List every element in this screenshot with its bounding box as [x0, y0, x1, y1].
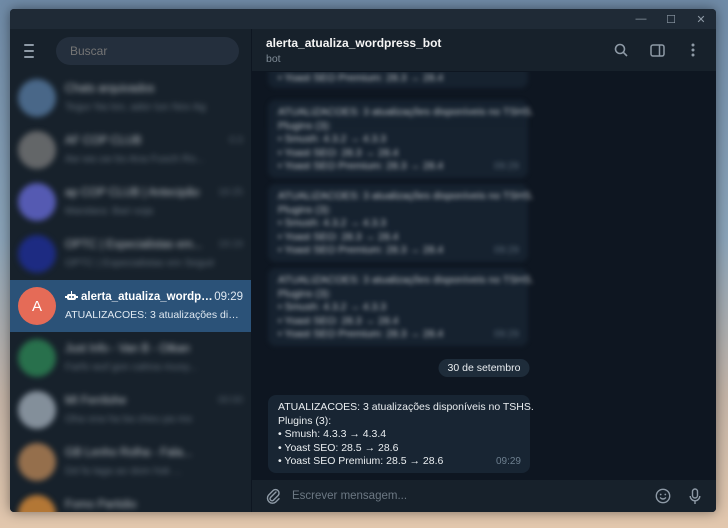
chat-preview: Farfo wuf gon cahna muoy...: [65, 361, 198, 373]
message-line: • Yoast SEO Premium: 28.3 → 28.4: [278, 328, 444, 340]
sidebar-toggle-icon[interactable]: [648, 41, 666, 59]
chat-name: Just Info - Van B - Otkan: [65, 343, 191, 355]
minimize-button[interactable]: —: [626, 9, 656, 29]
message-line: • Yoast SEO: 28.3 → 28.4: [278, 314, 399, 327]
chat-panel: alerta_atualiza_wordpress_bot bot • Yoas…: [252, 29, 716, 512]
message-line: Plugins (3):: [278, 119, 332, 132]
chat-preview: Mandara: Bari soja: [65, 205, 154, 217]
chat-sidebar: Chats arquivados Tegur Na lon, ador tun N…: [10, 29, 252, 512]
chat-time: 0:3: [229, 135, 243, 146]
close-button[interactable]: ✕: [686, 9, 716, 29]
message-line: • Yoast SEO Premium: 28.3 → 28.4: [278, 160, 444, 172]
message-line: ATUALIZACOES: 3 atualizações disponíveis…: [278, 190, 534, 202]
message-time: 09:29: [495, 455, 521, 467]
bot-icon: [65, 291, 78, 300]
message-line: • Yoast SEO: 28.5 → 28.6: [278, 441, 399, 454]
date-separator: 30 de setembro: [438, 359, 530, 377]
message-time: 09:29: [493, 328, 519, 340]
message-bubble-blurred: ATUALIZACOES: 3 atualizações disponíveis…: [268, 100, 534, 178]
chat-name: alerta_atualiza_wordpress_bot: [65, 291, 214, 303]
chat-time: 09:29: [214, 291, 243, 303]
chat-preview: Aw wa uw bo Ana Fusch Ro...: [65, 153, 205, 165]
message-time: 09:29: [493, 244, 519, 256]
message-line: • Yoast SEO: 28.3 → 28.4: [278, 146, 399, 159]
message-line: Plugins (3):: [278, 287, 332, 300]
search-icon[interactable]: [612, 41, 630, 59]
chat-item[interactable]: Chats arquivados Tegur Na lon, ador tun N…: [10, 72, 251, 124]
hamburger-menu-icon[interactable]: [24, 43, 34, 58]
chat-name: AF COP CLUB: [65, 135, 142, 147]
chat-name: ap COP CLUB | Antecipão: [65, 187, 200, 199]
chat-name: MI Ferrilohe: [65, 395, 127, 407]
avatar: [18, 79, 56, 117]
title-bar: — ☐ ✕: [10, 9, 716, 29]
message-line: ATUALIZACOES: 3 atualizações disponíveis…: [278, 106, 534, 118]
message-line: • Yoast SEO Premium: 28.5 → 28.6: [278, 455, 444, 467]
emoji-icon[interactable]: [654, 487, 672, 505]
message-line: • Yoast SEO Premium: 28.3 → 28.4: [278, 72, 444, 84]
message-time: 09:29: [493, 160, 519, 172]
avatar: [18, 391, 56, 429]
message-line: ATUALIZACOES: 3 atualizações disponíveis…: [278, 401, 534, 413]
avatar: [18, 235, 56, 273]
chat-name: GB Lenho Rolha - Fala...: [65, 447, 193, 459]
more-options-icon[interactable]: [684, 41, 702, 59]
message-line: Plugins (3):: [278, 203, 332, 216]
chat-preview: OPTC | Especialistas em Seguir: [65, 257, 215, 269]
chat-item[interactable]: MI Ferrilohe 00:00 Oha ona ha ba cheu pa m…: [10, 384, 251, 436]
chat-list: Chats arquivados Tegur Na lon, ador tun N…: [10, 72, 251, 512]
chat-name: Chats arquivados: [65, 83, 155, 95]
microphone-icon[interactable]: [686, 487, 704, 505]
message-line: • Smush: 4.3.2 → 4.3.3: [278, 133, 387, 145]
message-input[interactable]: [282, 490, 654, 502]
message-line: ATUALIZACOES: 3 atualizações disponíveis…: [278, 274, 534, 286]
avatar: [18, 339, 56, 377]
message-bubble-blurred-tail: • Yoast SEO Premium: 28.3 → 28.4: [268, 72, 528, 88]
message-line: • Yoast SEO: 28.3 → 28.4: [278, 230, 399, 243]
chat-preview: Tegur Na lon, ador tun Nov Ag: [65, 101, 206, 113]
maximize-button[interactable]: ☐: [656, 9, 686, 29]
message-bubble-latest[interactable]: ATUALIZACOES: 3 atualizações disponíveis…: [268, 395, 534, 473]
chat-item[interactable]: Just Info - Van B - Otkan Farfo wuf gon c…: [10, 332, 251, 384]
chat-item[interactable]: AF COP CLUB 0:3 Aw wa uw bo Ana Fusch Ro..…: [10, 124, 251, 176]
chat-preview: Oha ona ha ba cheu pa mo: [65, 413, 193, 425]
message-line: • Yoast SEO Premium: 28.3 → 28.4: [278, 244, 444, 256]
chat-preview: ATUALIZACOES: 3 atualizações disponíveis…: [65, 309, 243, 321]
avatar: [18, 443, 56, 481]
chat-name-text: alerta_atualiza_wordpress_bot: [81, 291, 214, 303]
chat-item[interactable]: ap COP CLUB | Antecipão 18:25 Mandara: Bar…: [10, 176, 251, 228]
avatar: [18, 183, 56, 221]
message-bubble-blurred: ATUALIZACOES: 3 atualizações disponíveis…: [268, 184, 534, 262]
chat-header-info[interactable]: alerta_atualiza_wordpress_bot bot: [266, 36, 441, 65]
chat-item[interactable]: GB Lenho Rolha - Fala... Dd fa laga ao do…: [10, 436, 251, 488]
chat-title: alerta_atualiza_wordpress_bot: [266, 35, 442, 50]
message-composer: [252, 479, 716, 512]
message-line: Plugins (3):: [278, 414, 332, 427]
chat-item[interactable]: OPTC | Especialistas em... 19:19 OPTC | Es…: [10, 228, 251, 280]
sidebar-header: [10, 29, 251, 72]
avatar: [18, 131, 56, 169]
telegram-window: — ☐ ✕ Chats arquivados Tegur Na lon, ador…: [10, 9, 716, 512]
chat-header: alerta_atualiza_wordpress_bot bot: [252, 29, 716, 72]
avatar: A: [18, 287, 56, 325]
chat-preview: Dd fa laga ao dom hsk ...: [65, 465, 182, 477]
message-line: • Smush: 4.3.2 → 4.3.3: [278, 301, 387, 313]
message-bubble-blurred: ATUALIZACOES: 3 atualizações disponíveis…: [268, 268, 534, 346]
message-area: • Yoast SEO Premium: 28.3 → 28.4 ATUALIZ…: [252, 72, 716, 479]
chat-item[interactable]: Fomo PartidioTran e soly ah pada so ...: [10, 488, 251, 512]
message-line: • Smush: 4.3.2 → 4.3.3: [278, 217, 387, 229]
message-line: • Smush: 4.3.3 → 4.3.4: [278, 428, 387, 440]
chat-item-active[interactable]: A alerta_atualiza_wordpress_bot 09:29 AT…: [10, 280, 251, 332]
chat-time: 00:00: [217, 395, 243, 406]
chat-name: OPTC | Especialistas em...: [65, 239, 203, 251]
paperclip-icon[interactable]: [264, 487, 282, 505]
chat-time: 19:19: [217, 239, 243, 250]
chat-subtitle: bot: [266, 52, 281, 65]
chat-name: Fomo Partidio: [65, 499, 137, 511]
search-input[interactable]: [56, 36, 239, 65]
avatar: [18, 495, 56, 512]
chat-time: 18:25: [217, 187, 243, 198]
